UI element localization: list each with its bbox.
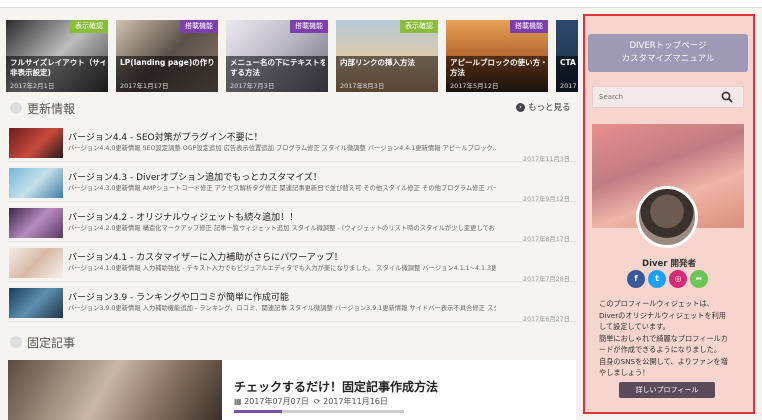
profile-text-line: ードが作成できるようになりました。: [599, 345, 722, 354]
card-badge: 表示確認: [70, 20, 108, 33]
updated-date: 2017年11月16日: [323, 397, 388, 406]
card-badge: 搭載機能: [290, 20, 328, 33]
card-date: 2017: [560, 82, 577, 90]
news-list-item[interactable]: バージョン3.9 - ランキングや口コミが簡単に作成可能バージョン3.9.0更新…: [8, 282, 576, 323]
carousel-card[interactable]: 表示確認内部リンクの挿入方法 2017年8月3日: [336, 20, 438, 92]
customize-manual-button[interactable]: DIVERトップページ カスタマイズマニュアル: [588, 34, 748, 72]
more-news-link[interactable]: › もっと見る: [516, 101, 571, 113]
card-badge: 表示確認: [400, 20, 438, 33]
carousel-card[interactable]: CTA 2017: [556, 20, 578, 92]
pinned-article-image: [8, 360, 222, 420]
profile-text-line: して設定しています。: [599, 322, 670, 331]
carousel-card[interactable]: 搭載機能アピールブロックの使い方・表示方法 2017年5月12日: [446, 20, 548, 92]
card-title: 内部リンクの挿入方法: [340, 58, 415, 67]
card-title: メニュー名の下にテキストを追加: [230, 58, 325, 67]
news-excerpt: バージョン4.3.0更新情報 AMPショートコード修正 アクセス解析タグ修正 関…: [68, 185, 496, 192]
featured-carousel: 表示確認フルサイズレイアウト（サイドバー非表示設定) 2017年2月1日 搭載機能 L…: [6, 20, 578, 92]
sidebar: DIVERトップページ カスタマイズマニュアル Diver 開発者 ft◎➦ こ…: [583, 14, 755, 414]
detail-profile-button[interactable]: 詳しいプロフィール: [619, 382, 715, 398]
news-title[interactable]: バージョン4.1 - カスタマイザーに入力補助がさらにパワーアップ！: [68, 250, 343, 263]
more-news-label: もっと見る: [528, 103, 571, 113]
profile-text-line: 自身のSNSを公開して、よりファンを増: [599, 356, 728, 366]
news-thumbnail: [9, 288, 63, 318]
social-links: f t ◎ ➦: [627, 270, 708, 288]
card-date: 2017年2月1日: [10, 82, 55, 90]
carousel-card[interactable]: 表示確認フルサイズレイアウト（サイドバー非表示設定) 2017年2月1日: [6, 20, 108, 92]
card-title-line2: 非表示設定): [10, 68, 51, 77]
news-thumbnail: [9, 248, 63, 278]
section-dot-icon: [10, 102, 22, 114]
news-title[interactable]: バージョン4.3 - Diverオプション追加でもっとカスタマイズ！: [68, 170, 322, 183]
twitter-icon[interactable]: t: [648, 270, 666, 288]
news-excerpt: バージョン4.2.0更新情報 構造化マークアップ修正 記事一覧ウィジェット追加 …: [68, 225, 496, 232]
news-title[interactable]: バージョン4.2 - オリジナルウィジェットも続々追加！！: [68, 210, 298, 223]
news-list-item[interactable]: バージョン4.3 - Diverオプション追加でもっとカスタマイズ！ バージョン4…: [8, 162, 576, 203]
news-excerpt: バージョン3.9.0更新情報 入力補助機能追加 - ランキング、口コミ、関連記事…: [68, 305, 496, 312]
profile-text-line: このプロフィールウィジェットは、: [599, 299, 714, 308]
top-border: [0, 0, 762, 8]
news-list-item[interactable]: バージョン4.1 - カスタマイザーに入力補助がさらにパワーアップ！ バージョン4…: [8, 242, 576, 283]
search-box: [592, 86, 744, 108]
carousel-card[interactable]: 搭載機能メニュー名の下にテキストを追加する方法 2017年7月3日: [226, 20, 328, 92]
search-input[interactable]: [593, 87, 705, 107]
instagram-icon[interactable]: ◎: [669, 270, 687, 288]
profile-text-line: やしましょう！: [599, 368, 650, 377]
news-thumbnail: [9, 208, 63, 238]
news-list-item[interactable]: バージョン4.2 - オリジナルウィジェットも続々追加！！ バージョン4.2.0更…: [8, 202, 576, 243]
news-excerpt: バージョン4.4.0更新情報 SEO設定調整 OGP設定追加 広告表示位置追加 …: [68, 145, 496, 152]
card-date: 2017年8月3日: [340, 82, 385, 90]
card-date: 2017年5月12日: [450, 82, 499, 90]
card-badge: 搭載機能: [180, 20, 218, 33]
pinned-article-card[interactable]: チェックするだけ！固定記事作成方法 ▦ 2017年07月07日 ⟳ 2017年1…: [8, 360, 576, 420]
carousel-card[interactable]: 搭載機能 LP(landing page)の作り方 2017年1月17日: [116, 20, 218, 92]
pinned-section-title: 固定記事: [27, 335, 76, 350]
pinned-section-header: 固定記事: [10, 332, 75, 352]
card-badge: 搭載機能: [510, 20, 548, 33]
feedly-icon[interactable]: ➦: [690, 270, 708, 288]
facebook-icon[interactable]: f: [627, 270, 645, 288]
search-icon: [721, 91, 733, 103]
card-date: 2017年1月17日: [120, 82, 169, 90]
card-title: LP(landing page)の作り方: [120, 58, 215, 67]
avatar: [636, 186, 698, 248]
manual-button-line1: DIVERトップページ: [629, 41, 707, 51]
manual-button-line2: カスタマイズマニュアル: [621, 54, 715, 64]
card-date: 2017年7月3日: [230, 82, 275, 90]
card-title-line2: 方法: [450, 68, 465, 77]
pinned-article-meta: ▦ 2017年07月07日 ⟳ 2017年11月16日: [234, 396, 388, 407]
profile-description: このプロフィールウィジェットは、 Diverのオリジナルウィジェットを利用 して設定…: [599, 298, 745, 379]
profile-text-line: Diverのオリジナルウィジェットを利用: [599, 310, 726, 320]
card-title: フルサイズレイアウト（サイドバー: [10, 58, 105, 67]
profile-text-line: 簡単におしゃれで綺麗なプロフィールカ: [599, 333, 728, 343]
news-list-item[interactable]: バージョン4.4 - SEO対策がプラグイン不要に！ バージョン4.4.0更新情報…: [8, 122, 576, 163]
pinned-progress-bar: [234, 410, 404, 413]
news-date: 2017年6月27日: [523, 316, 570, 323]
news-list: バージョン4.4 - SEO対策がプラグイン不要に！ バージョン4.4.0更新情報…: [8, 122, 576, 323]
news-thumbnail: [9, 168, 63, 198]
news-title[interactable]: バージョン3.9 - ランキングや口コミが簡単に作成可能: [68, 290, 289, 303]
news-title[interactable]: バージョン4.4 - SEO対策がプラグイン不要に！: [68, 130, 263, 143]
pinned-article-title[interactable]: チェックするだけ！固定記事作成方法: [234, 378, 438, 395]
card-title: CTA: [560, 58, 576, 67]
news-excerpt: バージョン4.1.0更新情報 入力補助強化 - テキスト入力でもビジュアルエディ…: [68, 265, 496, 272]
calendar-icon: ▦: [234, 397, 242, 406]
profile-name: Diver 開発者: [642, 259, 696, 269]
section-dot-icon: [10, 336, 22, 348]
refresh-icon: ⟳: [311, 397, 321, 406]
news-thumbnail: [9, 128, 63, 158]
card-title: アピールブロックの使い方・表示: [450, 58, 545, 67]
arrow-right-icon: ›: [516, 102, 525, 112]
card-title-line2: する方法: [230, 68, 260, 77]
news-section-header: 更新情報: [10, 98, 75, 118]
search-button[interactable]: [711, 87, 743, 107]
news-section-title: 更新情報: [27, 101, 76, 116]
published-date: 2017年07月07日: [244, 397, 309, 406]
